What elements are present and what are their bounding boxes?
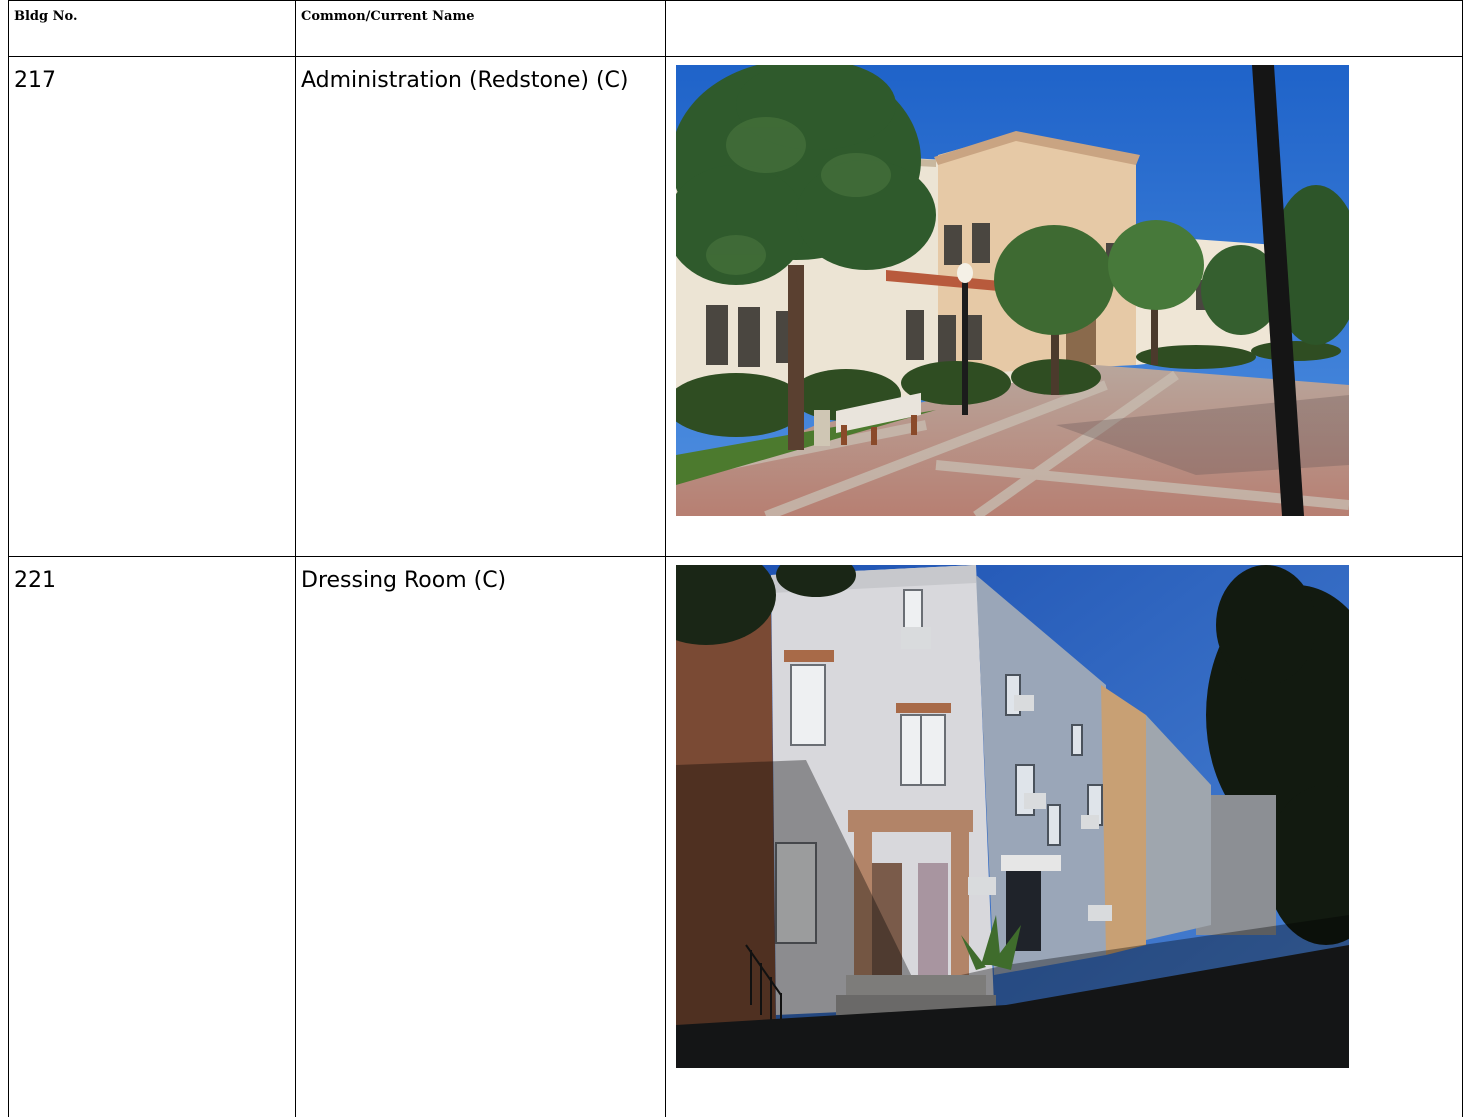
dressing-room-building-photo [676, 565, 1349, 1068]
bldg-number: 221 [8, 556, 296, 1117]
administration-building-photo [676, 65, 1349, 516]
photo-cell [665, 56, 1463, 557]
table-header-row: Bldg No. Common/Current Name [8, 0, 1463, 57]
bldg-name: Dressing Room (C) [295, 556, 666, 1117]
bldg-number: 217 [8, 56, 296, 557]
table-row: 217 Administration (Redstone) (C) [8, 56, 1463, 557]
header-photo [665, 0, 1463, 57]
bldg-name: Administration (Redstone) (C) [295, 56, 666, 557]
header-bldg-no: Bldg No. [8, 0, 296, 57]
header-common-name: Common/Current Name [295, 0, 666, 57]
table-row: 221 Dressing Room (C) [8, 556, 1463, 1117]
building-table: Bldg No. Common/Current Name 217 Adminis… [8, 0, 1463, 1117]
photo-cell [665, 556, 1463, 1117]
